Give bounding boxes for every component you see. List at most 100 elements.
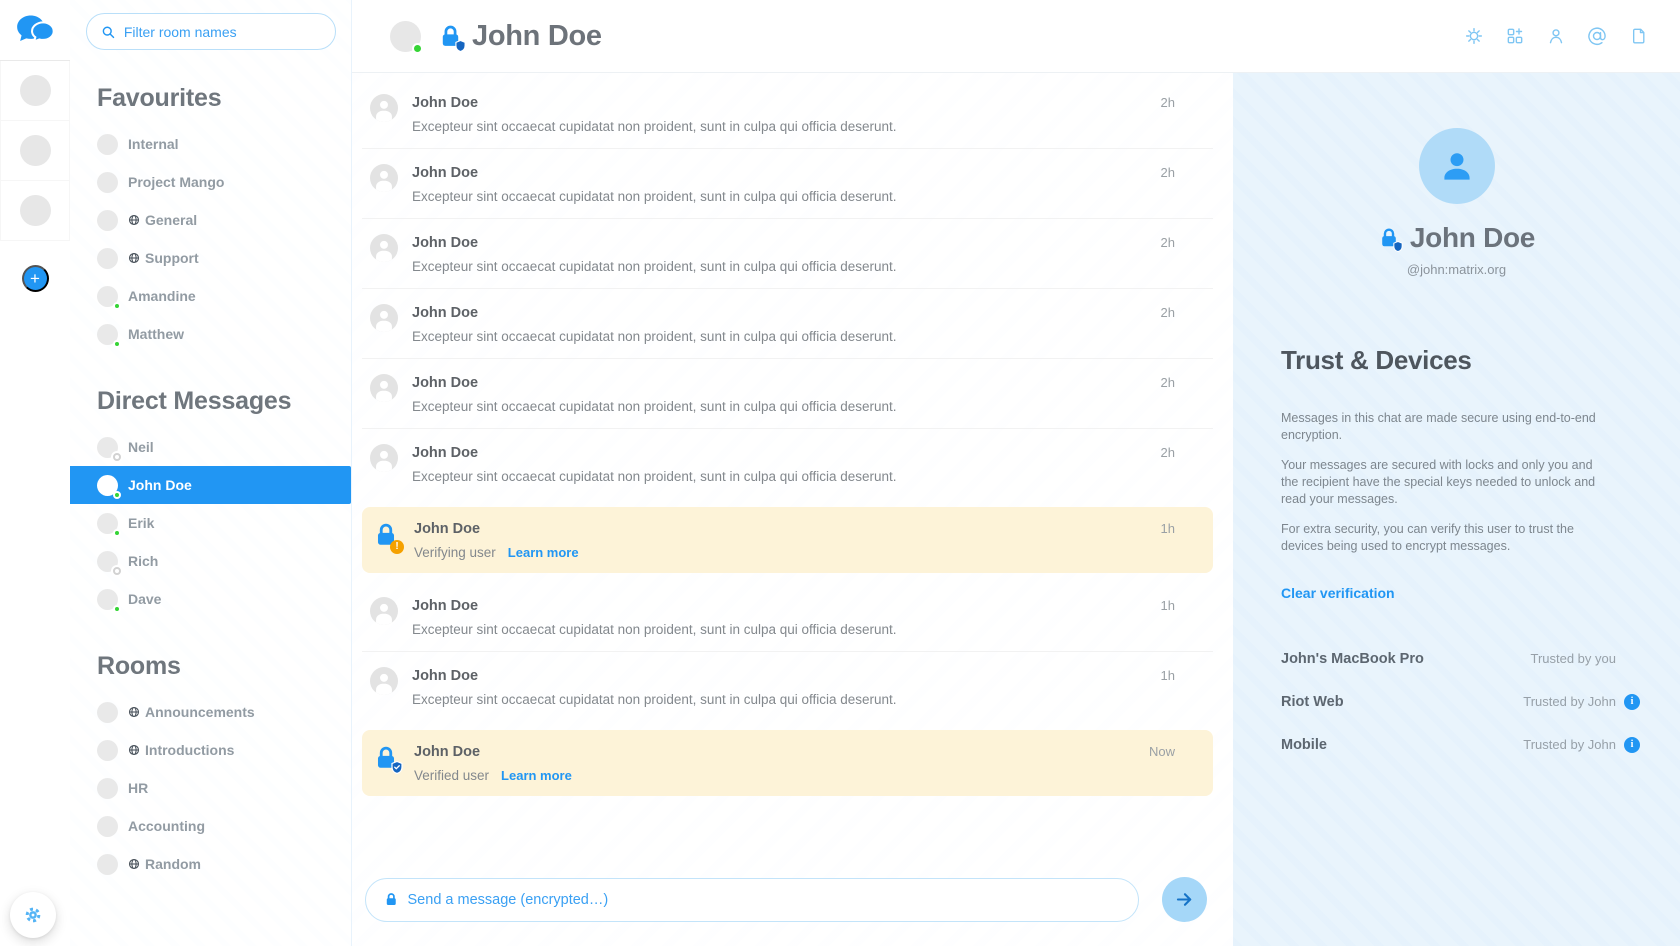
- send-button[interactable]: [1162, 877, 1207, 922]
- room-avatar: [97, 248, 118, 269]
- filter-rooms-input[interactable]: [124, 24, 321, 40]
- sidebar-item-neil[interactable]: Neil: [70, 428, 351, 466]
- room-avatar: [97, 172, 118, 193]
- mentions-icon[interactable]: [1582, 21, 1612, 51]
- add-room-button[interactable]: +: [22, 265, 49, 292]
- settings-fab[interactable]: [10, 892, 56, 938]
- sidebar-item-project-mango[interactable]: Project Mango: [70, 163, 351, 201]
- person-icon: [370, 374, 398, 402]
- sidebar-item-introductions[interactable]: Introductions: [70, 731, 351, 769]
- room-avatar: [97, 210, 118, 231]
- learn-more-link[interactable]: Learn more: [501, 768, 572, 783]
- message-row[interactable]: John Doe Excepteur sint occaecat cupidat…: [362, 219, 1213, 289]
- integrations-icon[interactable]: [1500, 21, 1530, 51]
- verification-event-row[interactable]: ! John Doe Verifying user Learn more 1h: [362, 507, 1213, 573]
- sidebar-item-amandine[interactable]: Amandine: [70, 277, 351, 315]
- sender-name: John Doe: [412, 445, 897, 461]
- sender-name: John Doe: [412, 165, 897, 181]
- room-avatar: [97, 778, 118, 799]
- sidebar-item-erik[interactable]: Erik: [70, 504, 351, 542]
- app-logo[interactable]: [0, 0, 70, 61]
- room-name: Dave: [128, 591, 161, 607]
- device-name: John's MacBook Pro: [1281, 651, 1424, 667]
- message-text: Excepteur sint occaecat cupidatat non pr…: [412, 622, 897, 637]
- room-name: Project Mango: [128, 174, 224, 190]
- timestamp: 1h: [1161, 520, 1175, 536]
- message-text: Excepteur sint occaecat cupidatat non pr…: [412, 259, 897, 274]
- room-name: Announcements: [145, 704, 255, 720]
- rail-room-slot[interactable]: [0, 61, 70, 121]
- sidebar-item-hr[interactable]: HR: [70, 769, 351, 807]
- room-avatar: [97, 702, 118, 723]
- sender-avatar: [370, 374, 398, 402]
- message-row[interactable]: John Doe Excepteur sint occaecat cupidat…: [362, 359, 1213, 429]
- files-icon[interactable]: [1623, 21, 1653, 51]
- verification-status-text: Verified user: [414, 768, 489, 783]
- sender-avatar: [370, 94, 398, 122]
- room-name: Accounting: [128, 818, 205, 834]
- timestamp: 2h: [1161, 164, 1175, 180]
- verification-event-row[interactable]: John Doe Verified user Learn more Now: [362, 730, 1213, 796]
- filter-box[interactable]: [86, 13, 336, 50]
- device-row[interactable]: Mobile Trusted by John i: [1281, 723, 1640, 766]
- message-input[interactable]: [408, 892, 1120, 908]
- rail-room-slot[interactable]: [0, 181, 70, 241]
- sidebar-item-general[interactable]: General: [70, 201, 351, 239]
- clear-verification-link[interactable]: Clear verification: [1281, 585, 1395, 601]
- rail-room-slot[interactable]: [0, 121, 70, 181]
- message-row[interactable]: John Doe Excepteur sint occaecat cupidat…: [362, 79, 1213, 149]
- message-row[interactable]: John Doe Excepteur sint occaecat cupidat…: [362, 652, 1213, 721]
- message-row[interactable]: John Doe Excepteur sint occaecat cupidat…: [362, 289, 1213, 359]
- info-icon[interactable]: i: [1624, 737, 1640, 753]
- person-icon: [1436, 145, 1478, 187]
- info-icon[interactable]: i: [1624, 694, 1640, 710]
- room-settings-icon[interactable]: [1459, 21, 1489, 51]
- sidebar-section: Direct Messages Neil John Doe Erik Rich …: [70, 387, 351, 618]
- sidebar-item-internal[interactable]: Internal: [70, 125, 351, 163]
- sidebar-item-matthew[interactable]: Matthew: [70, 315, 351, 353]
- sidebar-item-random[interactable]: Random: [70, 845, 351, 883]
- sidebar-item-support[interactable]: Support: [70, 239, 351, 277]
- message-row[interactable]: John Doe Excepteur sint occaecat cupidat…: [362, 149, 1213, 219]
- message-row[interactable]: John Doe Excepteur sint occaecat cupidat…: [362, 429, 1213, 498]
- globe-icon: [128, 858, 140, 870]
- device-trust-status: Trusted by John: [1523, 737, 1616, 752]
- sidebar-item-accounting[interactable]: Accounting: [70, 807, 351, 845]
- profile-user-id: @john:matrix.org: [1233, 262, 1680, 277]
- presence-dot: [113, 340, 121, 348]
- timestamp: 1h: [1161, 597, 1175, 613]
- composer: [365, 877, 1207, 922]
- room-name: Neil: [128, 439, 154, 455]
- encrypted-lock-icon: [1378, 227, 1400, 249]
- sender-name: John Doe: [414, 744, 572, 760]
- timestamp: 1h: [1161, 667, 1175, 683]
- timestamp: Now: [1149, 743, 1175, 759]
- encrypted-lock-icon: [384, 892, 399, 907]
- room-name: Support: [145, 250, 199, 266]
- sidebar-item-announcements[interactable]: Announcements: [70, 693, 351, 731]
- device-row[interactable]: Riot Web Trusted by John i: [1281, 680, 1640, 723]
- message-input-box[interactable]: [365, 878, 1139, 922]
- sidebar-item-john-doe[interactable]: John Doe: [65, 466, 351, 504]
- learn-more-link[interactable]: Learn more: [508, 545, 579, 560]
- sidebar-section: Favourites Internal Project Mango Genera…: [70, 84, 351, 353]
- message-row[interactable]: John Doe Excepteur sint occaecat cupidat…: [362, 582, 1213, 652]
- sender-name: John Doe: [412, 598, 897, 614]
- room-name: HR: [128, 780, 148, 796]
- content: John Doe: [352, 0, 1680, 946]
- timestamp: 2h: [1161, 94, 1175, 110]
- globe-icon: [128, 252, 140, 264]
- trust-paragraph: Your messages are secured with locks and…: [1281, 457, 1611, 508]
- sidebar-item-rich[interactable]: Rich: [70, 542, 351, 580]
- members-icon[interactable]: [1541, 21, 1571, 51]
- room-avatar: [97, 513, 118, 534]
- sender-avatar: [370, 597, 398, 625]
- message-text: Excepteur sint occaecat cupidatat non pr…: [412, 329, 897, 344]
- sidebar-item-dave[interactable]: Dave: [70, 580, 351, 618]
- sender-avatar: [370, 667, 398, 695]
- avatar: [20, 135, 51, 166]
- member-info-panel: John Doe @john:matrix.org Trust & Device…: [1233, 73, 1680, 946]
- device-row[interactable]: John's MacBook Pro Trusted by you i: [1281, 637, 1640, 680]
- presence-dot: [113, 605, 121, 613]
- presence-dot: [113, 567, 121, 575]
